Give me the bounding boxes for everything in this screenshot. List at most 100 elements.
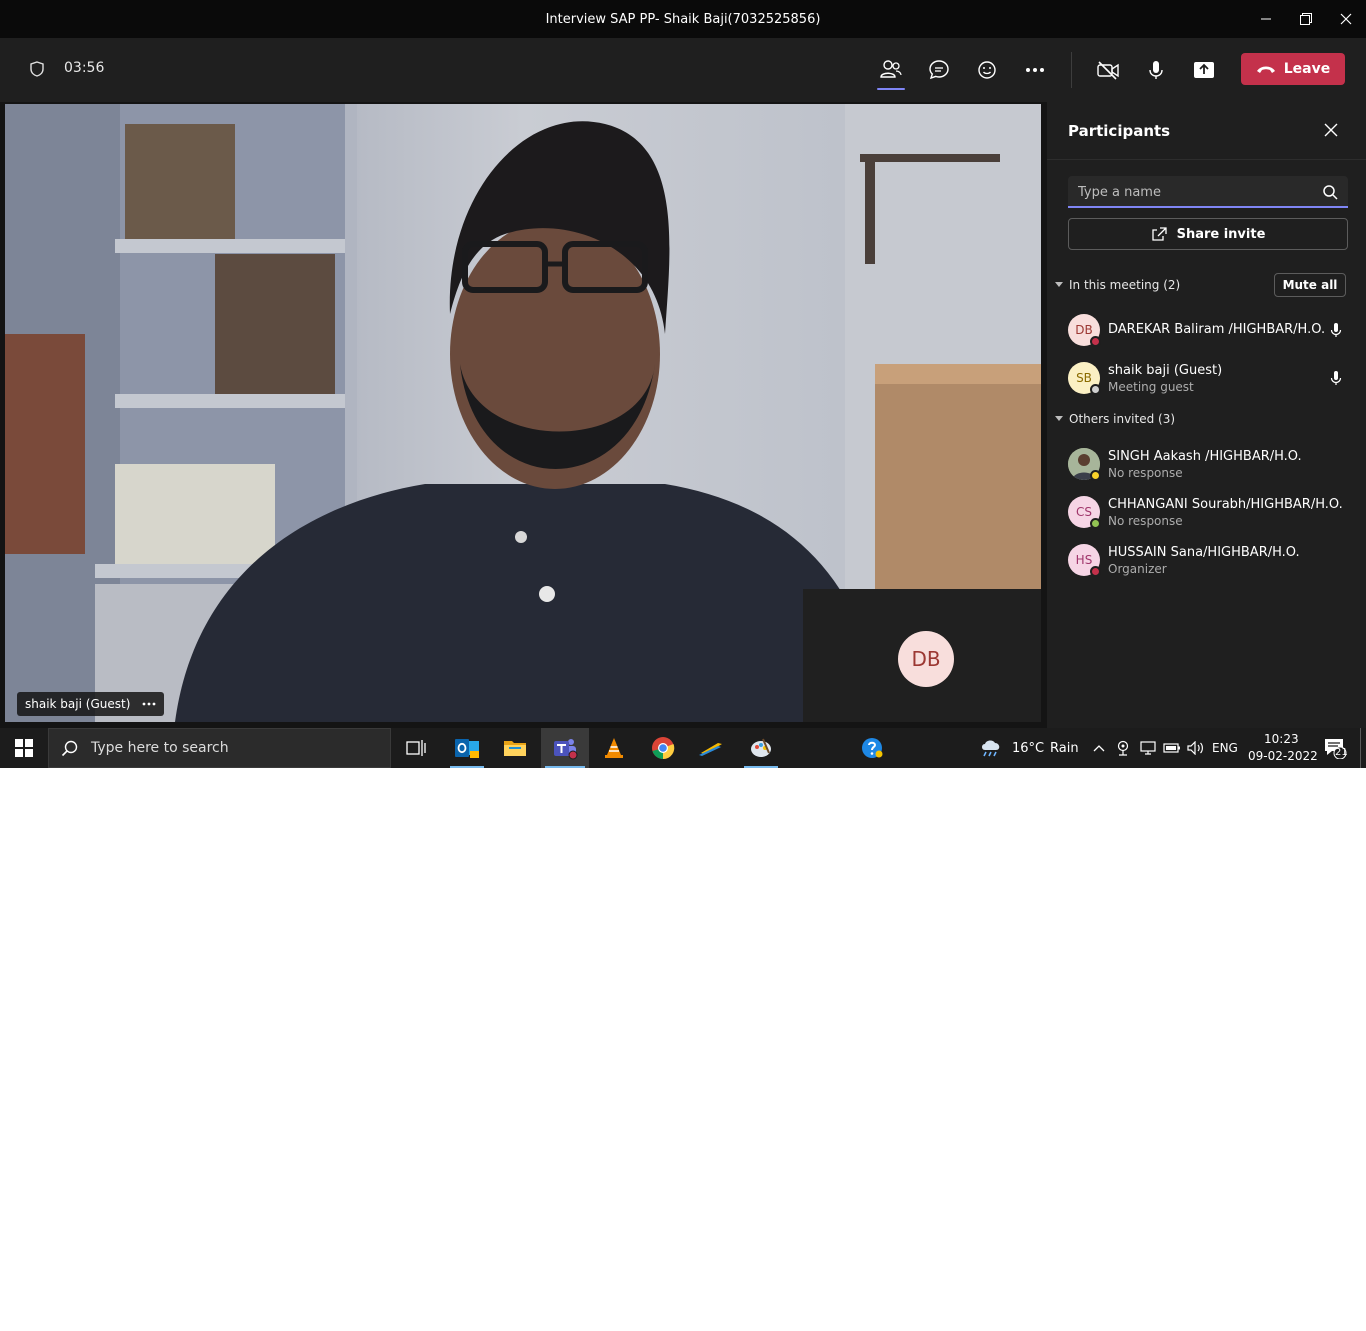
participant-row[interactable]: SB shaik baji (Guest) Meeting guest [1068,358,1358,398]
clock-date[interactable]: 09-02-2022 [1248,749,1318,763]
chat-button[interactable] [921,52,957,88]
participant-name: SINGH Aakash /HIGHBAR/H.O. [1108,449,1302,464]
panel-title: Participants [1068,122,1171,140]
share-invite-label: Share invite [1176,226,1266,242]
taskbar-vlc[interactable] [594,728,634,768]
others-invited-section-toggle[interactable]: Others invited (3) [1055,412,1175,426]
participant-search [1068,176,1348,208]
tray-volume[interactable] [1185,728,1207,768]
show-hidden-icons-button[interactable] [1090,728,1108,768]
chat-icon [929,60,949,80]
search-icon [1323,185,1338,200]
windows-taskbar: Type here to search 16°C Rain ENG 10:23 … [0,728,1366,768]
reactions-button[interactable] [969,52,1005,88]
teams-window: Interview SAP PP- Shaik Baji(7032525856)… [0,0,1366,768]
camera-toggle-button[interactable] [1090,52,1126,88]
more-options-icon[interactable] [142,702,156,706]
taskbar-chrome[interactable] [642,728,684,768]
participant-row[interactable]: CS CHHANGANI Sourabh/HIGHBAR/H.O. No res… [1068,492,1358,532]
input-language[interactable]: ENG [1212,741,1238,755]
vlc-icon [605,738,623,758]
participant-row[interactable]: DB DAREKAR Baliram /HIGHBAR/H.O. [1068,310,1358,350]
tray-network[interactable] [1137,728,1159,768]
taskbar-app-paint[interactable] [740,728,782,768]
panel-header: Participants [1047,102,1366,160]
tray-webcam[interactable] [1113,728,1133,768]
participant-role: Organizer [1108,562,1167,576]
presence-offline-indicator [1090,384,1101,395]
participant-name: DAREKAR Baliram /HIGHBAR/H.O. [1108,322,1326,337]
panel-close-button[interactable] [1321,120,1341,140]
presence-busy-indicator [1090,566,1101,577]
microphone-icon [1330,323,1342,337]
taskbar-search-box[interactable]: Type here to search [48,728,391,768]
meeting-timer: 03:56 [64,60,105,76]
more-actions-button[interactable] [1017,52,1053,88]
weather-temperature[interactable]: 16°C [1012,741,1044,756]
chevron-up-icon [1093,745,1105,752]
close-icon [1340,13,1352,25]
meeting-stage: shaik baji (Guest) DB [0,102,1046,728]
task-view-button[interactable] [396,728,436,768]
participants-active-indicator [877,88,905,90]
participant-row[interactable]: HS HUSSAIN Sana/HIGHBAR/H.O. Organizer [1068,540,1358,580]
share-screen-icon [1194,62,1214,78]
participant-name: shaik baji (Guest) [1108,363,1223,378]
microphone-icon [1330,371,1342,385]
share-invite-button[interactable]: Share invite [1068,218,1348,250]
restore-icon [1300,13,1312,25]
people-icon [880,60,902,78]
in-meeting-section-toggle[interactable]: In this meeting (2) [1055,278,1180,292]
self-avatar: DB [898,631,954,687]
start-button[interactable] [0,728,48,768]
taskbar-outlook[interactable] [446,728,488,768]
paint-icon [751,738,771,757]
rain-cloud-icon [982,740,1000,757]
restore-button[interactable] [1286,0,1326,38]
participant-name: HUSSAIN Sana/HIGHBAR/H.O. [1108,545,1300,560]
presence-available-indicator [1090,518,1101,529]
pen-app-icon [699,743,722,756]
help-icon [862,738,883,758]
microphone-icon [1149,61,1163,79]
show-desktop-button[interactable] [1360,728,1361,768]
tray-battery[interactable] [1161,728,1183,768]
share-content-button[interactable] [1186,52,1222,88]
in-meeting-label: In this meeting (2) [1069,278,1181,292]
participant-name: shaik baji (Guest) [25,697,131,711]
meeting-toolbar: 03:56 Leave [0,38,1366,102]
taskbar-file-explorer[interactable] [494,728,536,768]
chevron-down-icon [1055,282,1063,287]
minimize-button[interactable] [1246,0,1286,38]
self-view-tile: DB [803,589,1041,722]
running-indicator [450,766,484,768]
participants-button[interactable] [873,52,909,90]
outlook-icon [455,739,479,758]
notification-center-button[interactable]: 21 [1318,728,1352,768]
taskbar-help[interactable] [852,728,892,768]
taskbar-app-pen[interactable] [690,728,732,768]
mute-all-button[interactable]: Mute all [1274,273,1346,297]
close-window-button[interactable] [1326,0,1366,38]
more-icon [1026,68,1044,72]
weather-condition[interactable]: Rain [1050,741,1079,756]
close-icon [1324,123,1338,137]
taskbar-teams[interactable] [541,728,589,768]
windows-logo-icon [15,739,33,757]
participant-status: No response [1108,514,1183,528]
share-icon [1151,227,1167,241]
participant-role: Meeting guest [1108,380,1194,394]
toolbar-separator [1071,52,1072,88]
teams-icon [554,739,578,760]
clock-time[interactable]: 10:23 [1264,732,1299,746]
leave-button[interactable]: Leave [1241,53,1345,85]
participant-video: shaik baji (Guest) DB [5,104,1041,722]
battery-icon [1163,743,1180,753]
participant-search-input[interactable] [1078,182,1308,202]
participant-row[interactable]: SINGH Aakash /HIGHBAR/H.O. No response [1068,444,1358,484]
shield-icon [30,61,44,77]
weather-widget[interactable] [978,728,1004,768]
notification-count: 21 [1335,747,1348,758]
mic-toggle-button[interactable] [1138,52,1174,88]
others-invited-label: Others invited (3) [1069,412,1176,426]
